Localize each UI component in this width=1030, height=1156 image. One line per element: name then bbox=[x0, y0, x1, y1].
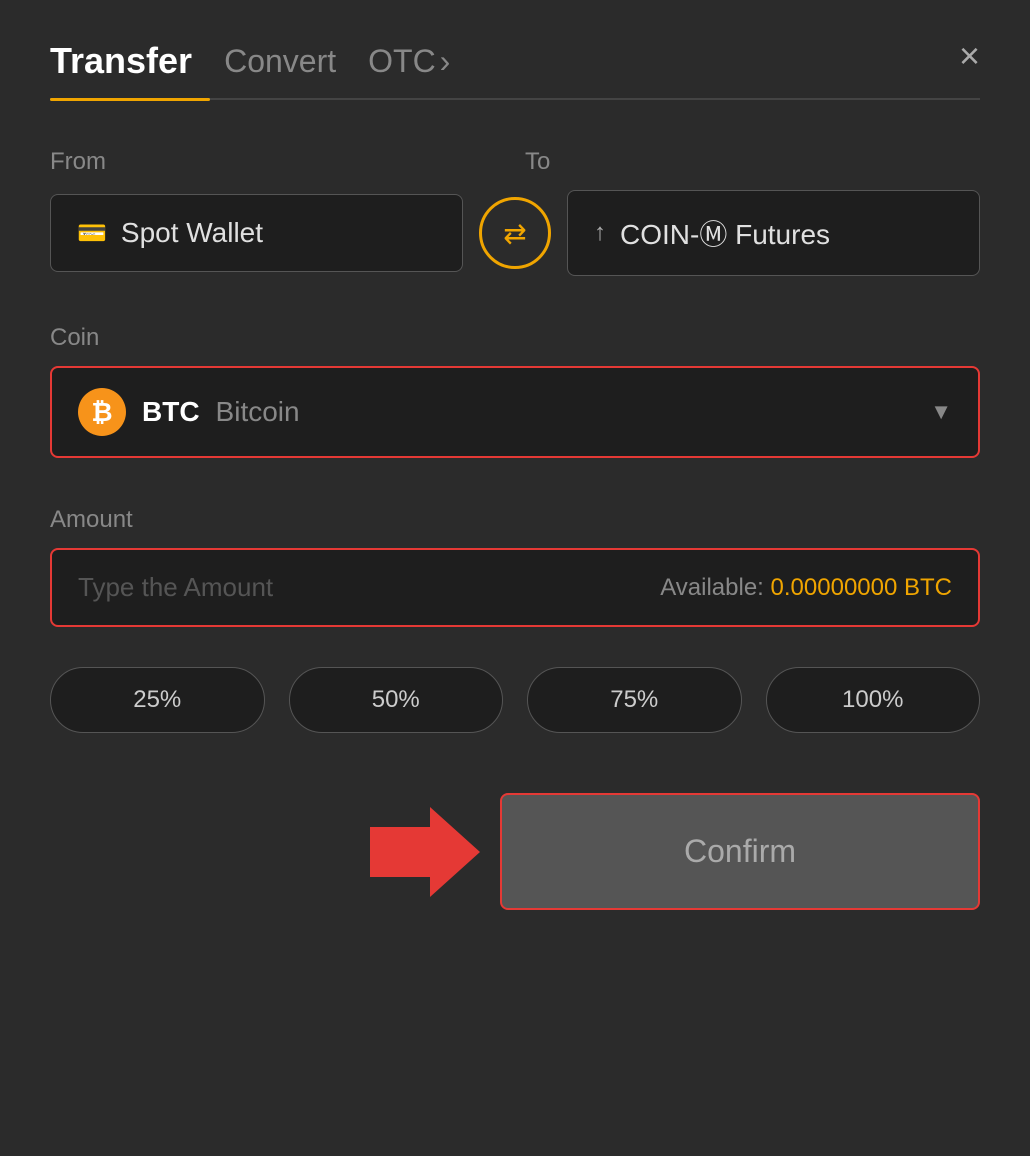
tab-transfer[interactable]: Transfer bbox=[50, 40, 192, 82]
tab-underline bbox=[50, 98, 980, 100]
amount-input-box[interactable]: Type the Amount Available: 0.00000000 BT… bbox=[50, 548, 980, 627]
amount-section: Amount Type the Amount Available: 0.0000… bbox=[50, 506, 980, 627]
coin-full-name: Bitcoin bbox=[216, 396, 300, 428]
coin-chevron-icon: ▼ bbox=[930, 399, 952, 425]
to-wallet-name: COIN-Ⓜ Futures bbox=[620, 213, 830, 253]
from-to-row: 💳 Spot Wallet ⇄ ↑ COIN-Ⓜ Futures bbox=[50, 190, 980, 276]
available-label: Available: bbox=[660, 574, 764, 601]
bottom-row: Confirm bbox=[50, 793, 980, 910]
confirm-button[interactable]: Confirm bbox=[500, 793, 980, 910]
swap-button[interactable]: ⇄ bbox=[479, 197, 551, 269]
to-wallet-selector[interactable]: ↑ COIN-Ⓜ Futures bbox=[567, 190, 980, 276]
transfer-modal: Transfer Convert OTC › × From To 💳 Spot … bbox=[0, 0, 1030, 1156]
red-arrow-icon bbox=[370, 807, 480, 897]
futures-wallet-icon: ↑ bbox=[594, 219, 606, 247]
from-wallet-name: Spot Wallet bbox=[121, 217, 263, 249]
coin-selector[interactable]: ₿ BTC Bitcoin ▼ bbox=[50, 366, 980, 458]
amount-label: Amount bbox=[50, 506, 980, 534]
percent-50-button[interactable]: 50% bbox=[289, 667, 504, 733]
close-button[interactable]: × bbox=[959, 38, 980, 74]
amount-placeholder: Type the Amount bbox=[78, 572, 273, 603]
tab-otc[interactable]: OTC › bbox=[368, 43, 450, 80]
swap-icon: ⇄ bbox=[503, 217, 526, 250]
from-wallet-selector[interactable]: 💳 Spot Wallet bbox=[50, 194, 463, 272]
arrow-container bbox=[50, 807, 500, 897]
spot-wallet-icon: 💳 bbox=[77, 219, 107, 248]
coin-symbol: BTC bbox=[142, 396, 200, 428]
modal-header: Transfer Convert OTC › × bbox=[50, 40, 980, 82]
tab-convert[interactable]: Convert bbox=[224, 43, 336, 80]
tab-otc-chevron: › bbox=[440, 43, 451, 80]
available-text: Available: 0.00000000 BTC bbox=[660, 574, 952, 602]
from-to-section: From To 💳 Spot Wallet ⇄ ↑ COIN-Ⓜ Futures bbox=[50, 148, 980, 276]
percent-25-button[interactable]: 25% bbox=[50, 667, 265, 733]
tab-otc-label: OTC bbox=[368, 43, 436, 80]
coin-section: Coin ₿ BTC Bitcoin ▼ bbox=[50, 324, 980, 458]
percent-row: 25% 50% 75% 100% bbox=[50, 667, 980, 733]
coin-label: Coin bbox=[50, 324, 980, 352]
percent-100-button[interactable]: 100% bbox=[766, 667, 981, 733]
from-label: From bbox=[50, 148, 505, 176]
percent-75-button[interactable]: 75% bbox=[527, 667, 742, 733]
available-value: 0.00000000 BTC bbox=[771, 574, 952, 601]
to-label: To bbox=[505, 148, 980, 176]
btc-icon: ₿ bbox=[78, 388, 126, 436]
from-to-labels: From To bbox=[50, 148, 980, 176]
